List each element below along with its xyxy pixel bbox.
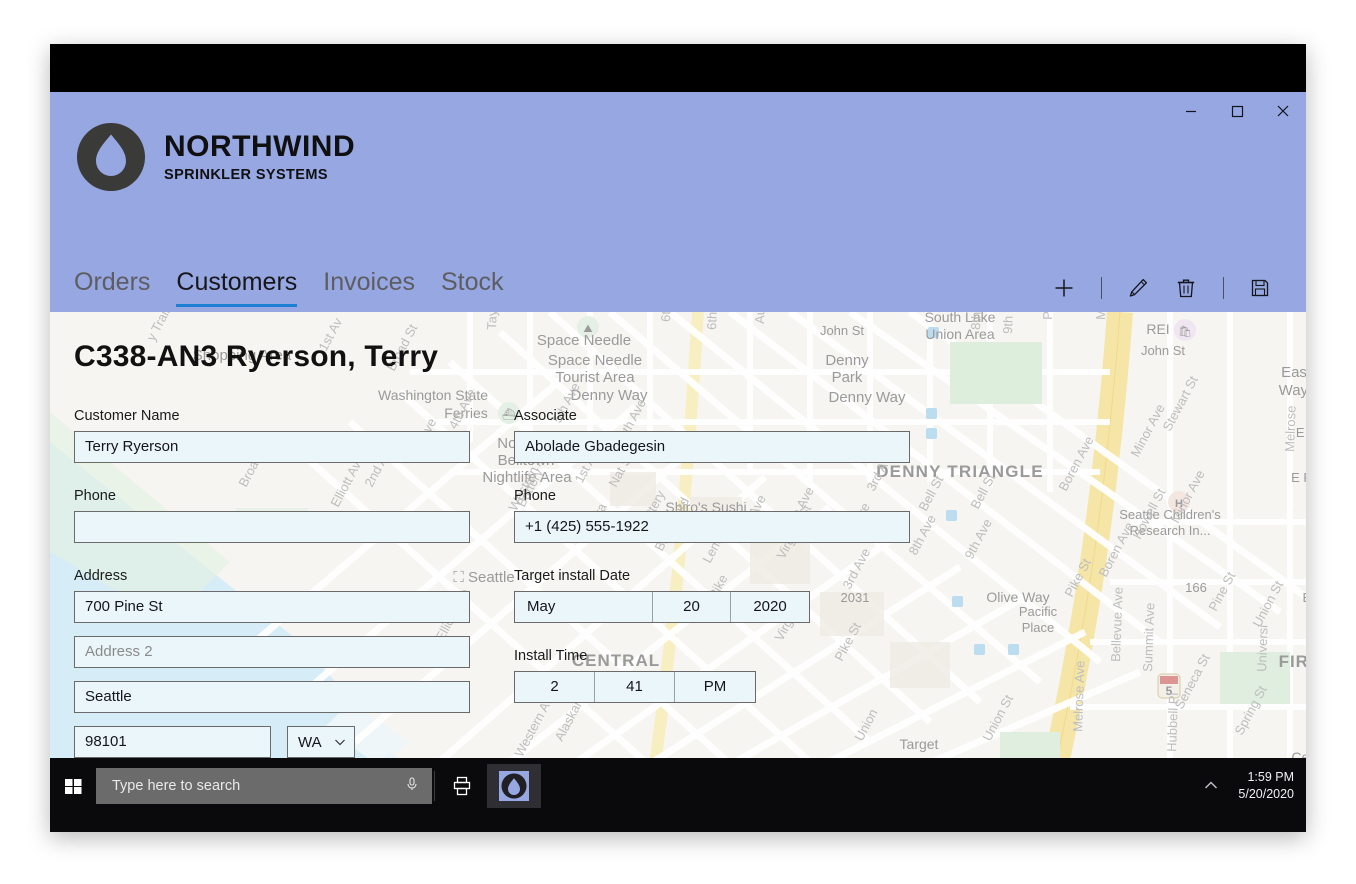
phone-input-right[interactable]: +1 (425) 555-1922 [514,511,910,543]
city-input[interactable]: Seattle [74,681,470,713]
close-button[interactable] [1260,94,1306,128]
zip-input[interactable]: 98101 [74,726,271,758]
field-customer-name: Customer Name Terry Ryerson [74,408,470,463]
address1-input[interactable]: 700 Pine St [74,591,470,623]
customer-name-label: Customer Name [74,408,180,424]
date-picker[interactable]: May 20 2020 [514,591,810,623]
phone-input-left[interactable] [74,511,470,543]
clock-time: 1:59 PM [1247,770,1294,784]
main-nav: Orders Customers Invoices Stock [74,268,504,307]
brand-subtitle: SPRINKLER SYSTEMS [164,166,328,183]
maximize-button[interactable] [1214,94,1260,128]
northwind-app-window: NORTHWIND SPRINKLER SYSTEMS Orders Custo… [50,92,1306,802]
brand-title: NORTHWIND [164,129,356,163]
task-view-icon[interactable] [437,764,487,808]
desktop-screenshot: NORTHWIND SPRINKLER SYSTEMS Orders Custo… [50,44,1306,832]
time-meridiem-select[interactable]: PM [675,672,755,702]
start-button[interactable] [50,764,96,808]
field-address: Address 700 Pine St Address 2 Seattle 98… [74,568,470,758]
search-input[interactable]: Type here to search [96,768,432,804]
windows-start-icon [65,779,82,794]
associate-label: Associate [514,408,577,424]
customer-name-input[interactable]: Terry Ryerson [74,431,470,463]
field-target-install-date: Target install Date May 20 2020 [514,568,910,623]
record-title: C338-AN3 Ryerson, Terry [74,340,439,373]
nav-tab-invoices[interactable]: Invoices [323,268,415,307]
microphone-icon[interactable] [404,776,420,796]
close-icon [1277,105,1289,117]
edit-button[interactable] [1114,268,1162,308]
target-install-date-label: Target install Date [514,568,631,584]
minimize-icon [1186,110,1196,113]
phone-label-left: Phone [74,488,116,504]
address2-input[interactable]: Address 2 [74,636,470,668]
time-picker[interactable]: 2 41 PM [514,671,756,703]
nav-tab-orders[interactable]: Orders [74,268,150,307]
toolbar-separator-2 [1210,271,1236,305]
system-tray: 1:59 PM 5/20/2020 [1194,764,1300,808]
search-placeholder: Type here to search [112,778,241,794]
northwind-app-icon [499,771,529,801]
time-minute-select[interactable]: 41 [595,672,675,702]
field-associate: Associate Abolade Gbadegesin [514,408,910,463]
delete-button[interactable] [1162,268,1210,308]
associate-input[interactable]: Abolade Gbadegesin [514,431,910,463]
time-hour-select[interactable]: 2 [515,672,595,702]
save-button[interactable] [1236,268,1284,308]
date-year-select[interactable]: 2020 [731,592,809,622]
field-phone-right: Phone +1 (425) 555-1922 [514,488,910,543]
field-install-time: Install Time 2 41 PM [514,648,910,703]
zip-state-row: 98101 WA [74,726,470,758]
toolbar-separator-1 [1088,271,1114,305]
trash-icon [1177,279,1195,298]
date-day-select[interactable]: 20 [653,592,731,622]
nav-tab-stock[interactable]: Stock [441,268,504,307]
chevron-down-icon [333,735,347,749]
maximize-icon [1231,105,1244,118]
phone-label-right: Phone [514,488,556,504]
chevron-up-icon[interactable] [1194,766,1228,806]
window-controls [1168,92,1306,130]
field-phone-left: Phone [74,488,470,543]
add-button[interactable] [1040,268,1088,308]
record-toolbar [1040,268,1284,308]
plus-icon [1055,279,1073,297]
form-column-left: Customer Name Terry Ryerson Phone Addres… [74,408,470,783]
state-select[interactable]: WA [287,726,355,758]
address-label: Address [74,568,128,584]
taskbar-app-northwind[interactable] [487,764,541,808]
taskbar-left-group: Type here to search [50,764,1306,808]
state-select-value: WA [298,733,322,751]
clock-date: 5/20/2020 [1238,787,1294,801]
customer-form: C338-AN3 Ryerson, Terry Customer Name Te… [50,312,1306,802]
date-month-select[interactable]: May [515,592,653,622]
pencil-icon [1129,278,1148,297]
brand-block: NORTHWIND SPRINKLER SYSTEMS [74,120,355,194]
screenshot-root: NORTHWIND SPRINKLER SYSTEMS Orders Custo… [0,0,1356,884]
app-header: NORTHWIND SPRINKLER SYSTEMS Orders Custo… [50,92,1306,312]
taskbar-separator [434,771,435,801]
form-column-right: Associate Abolade Gbadegesin Phone +1 (4… [514,408,910,728]
nav-tab-customers[interactable]: Customers [176,268,298,307]
taskbar-clock[interactable]: 1:59 PM 5/20/2020 [1238,769,1300,803]
water-droplet-logo-icon [77,123,146,191]
install-time-label: Install Time [514,648,588,664]
minimize-button[interactable] [1168,94,1214,128]
windows-taskbar: Type here to search 1:59 PM 5/20/2020 [50,758,1306,832]
save-floppy-icon [1251,279,1269,297]
